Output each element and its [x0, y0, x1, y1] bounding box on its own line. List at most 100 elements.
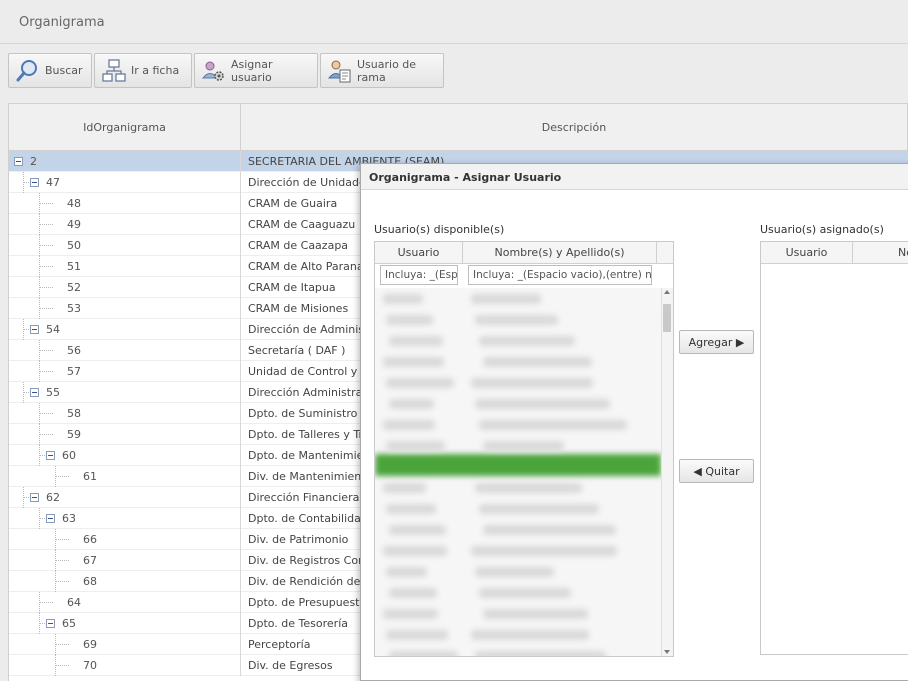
- asignar-usuario-button[interactable]: Asignar usuario: [194, 53, 318, 88]
- available-users-rows[interactable]: [375, 288, 661, 656]
- assigned-users-list[interactable]: Usuario Nombre(s) y Apellido(s): [760, 241, 908, 655]
- usuario-de-rama-button[interactable]: Usuario de rama: [320, 53, 444, 88]
- tree-connector: [39, 224, 53, 225]
- id-value: 53: [67, 302, 81, 315]
- obscured-text: [383, 546, 447, 556]
- id-cell: 47: [9, 172, 241, 193]
- scroll-up-arrow-icon[interactable]: [664, 290, 670, 294]
- available-users-list[interactable]: Usuario Nombre(s) y Apellido(s) Incluya:…: [374, 241, 674, 657]
- obscured-text: [475, 399, 610, 409]
- tree-connector: [23, 487, 24, 508]
- id-cell: 55: [9, 382, 241, 403]
- selected-user-row[interactable]: [375, 454, 661, 476]
- obscured-text: [471, 546, 617, 556]
- id-value: 48: [67, 197, 81, 210]
- tree-connector: [39, 308, 53, 309]
- obscured-text: [471, 378, 593, 388]
- quitar-button[interactable]: ◀ Quitar: [679, 459, 754, 483]
- tree-connector: [39, 287, 53, 288]
- description-value: Dpto. de Suministro: [248, 407, 358, 420]
- id-cell: 70: [9, 655, 241, 676]
- obscured-text: [389, 399, 434, 409]
- tree-connector: [23, 319, 24, 340]
- description-value: CRAM de Alto Parana: [248, 260, 364, 273]
- agregar-button[interactable]: Agregar ▶: [679, 330, 754, 354]
- filter-usuario-input[interactable]: Incluya: _(Espacio vacio),(entre) n1: [380, 265, 458, 285]
- obscured-text: [471, 294, 541, 304]
- tree-connector: [23, 172, 24, 193]
- column-header-idorganigrama[interactable]: IdOrganigrama: [9, 104, 241, 150]
- ir-a-ficha-button[interactable]: Ir a ficha: [94, 53, 192, 88]
- tree-connector: [39, 403, 40, 424]
- assigned-col-usuario[interactable]: Usuario: [761, 242, 853, 264]
- description-value: Dpto. de Presupuesto: [248, 596, 367, 609]
- scroll-down-arrow-icon[interactable]: [664, 650, 670, 654]
- column-header-descripcion[interactable]: Descripción: [241, 104, 907, 150]
- dialog-titlebar[interactable]: Organigrama - Asignar Usuario: [361, 164, 908, 190]
- obscured-text: [389, 651, 458, 656]
- tree-connector: [39, 245, 53, 246]
- description-value: CRAM de Caaguazu: [248, 218, 356, 231]
- dialog-title: Organigrama - Asignar Usuario: [369, 171, 562, 184]
- tree-connector: [39, 602, 53, 603]
- obscured-text: [386, 504, 436, 514]
- id-value: 63: [62, 512, 76, 525]
- obscured-text: [386, 630, 448, 640]
- available-col-usuario[interactable]: Usuario: [375, 242, 463, 264]
- tree-connector: [39, 508, 40, 529]
- id-cell: 50: [9, 235, 241, 256]
- tree-connector: [55, 634, 56, 655]
- collapse-toggle-icon[interactable]: [46, 514, 55, 523]
- available-users-label: Usuario(s) disponible(s): [374, 223, 505, 236]
- id-cell: 61: [9, 466, 241, 487]
- tree-connector: [55, 550, 56, 571]
- obscured-text: [389, 336, 443, 346]
- id-cell: 62: [9, 487, 241, 508]
- id-cell: 49: [9, 214, 241, 235]
- collapse-toggle-icon[interactable]: [30, 493, 39, 502]
- buscar-button[interactable]: Buscar: [8, 53, 92, 88]
- assigned-col-nombre[interactable]: Nombre(s) y Apellido(s): [853, 242, 908, 264]
- scroll-thumb[interactable]: [663, 304, 671, 332]
- collapse-toggle-icon[interactable]: [30, 178, 39, 187]
- tree-connector: [39, 350, 53, 351]
- description-value: CRAM de Caazapa: [248, 239, 349, 252]
- available-col-nombre[interactable]: Nombre(s) y Apellido(s): [463, 242, 657, 264]
- id-value: 66: [83, 533, 97, 546]
- obscured-text: [475, 315, 558, 325]
- obscured-text: [479, 336, 575, 346]
- collapse-toggle-icon[interactable]: [30, 325, 39, 334]
- window-titlebar: Organigrama: [0, 0, 908, 44]
- obscured-text: [383, 294, 423, 304]
- assigned-users-label: Usuario(s) asignado(s): [760, 223, 884, 236]
- tree-connector: [39, 434, 53, 435]
- collapse-toggle-icon[interactable]: [46, 451, 55, 460]
- collapse-toggle-icon[interactable]: [46, 619, 55, 628]
- collapse-toggle-icon[interactable]: [14, 157, 23, 166]
- obscured-text: [479, 504, 599, 514]
- tree-connector: [39, 424, 40, 445]
- collapse-toggle-icon[interactable]: [30, 388, 39, 397]
- tree-connector: [39, 371, 53, 372]
- id-value: 65: [62, 617, 76, 630]
- obscured-text: [483, 357, 592, 367]
- asignar-usuario-dialog: Organigrama - Asignar Usuario Usuario(s)…: [360, 163, 908, 681]
- tree-connector: [39, 340, 40, 361]
- tree-connector: [39, 445, 40, 466]
- obscured-text: [479, 588, 571, 598]
- id-value: 68: [83, 575, 97, 588]
- user-document-icon: [327, 60, 351, 82]
- id-value: 70: [83, 659, 97, 672]
- id-value: 58: [67, 407, 81, 420]
- tree-connector: [55, 655, 56, 676]
- id-cell: 54: [9, 319, 241, 340]
- id-value: 61: [83, 470, 97, 483]
- usuario-de-rama-label: Usuario de rama: [357, 57, 417, 84]
- filter-nombre-input[interactable]: Incluya: _(Espacio vacio),(entre) n1: [468, 265, 652, 285]
- tree-connector: [55, 644, 69, 645]
- available-list-scrollbar[interactable]: [661, 288, 673, 656]
- id-cell: 59: [9, 424, 241, 445]
- tree-connector: [55, 581, 69, 582]
- id-cell: 60: [9, 445, 241, 466]
- obscured-text: [389, 525, 446, 535]
